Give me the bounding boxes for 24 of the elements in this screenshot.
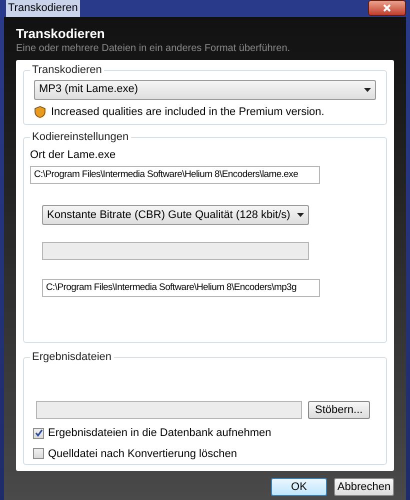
dialog-button[interactable]: Abbrechen <box>334 478 394 496</box>
browse-button[interactable]: Stöbern... <box>308 401 370 419</box>
window-title: Transkodieren <box>6 0 80 16</box>
group-title: Kodiereinstellungen <box>30 130 131 144</box>
group-title: Ergebnisdateien <box>30 350 114 364</box>
dialog-button[interactable]: OK <box>271 478 327 496</box>
text-field[interactable]: C:\Program Files\Intermedia Software\Helium 8\Encoders\mp3g <box>42 279 320 297</box>
text-field[interactable]: C:\Program Files\Intermedia Software\Helium 8\Encoders\lame.exe <box>30 166 320 184</box>
format-dropdown[interactable]: MP3 (mit Lame.exe) <box>34 80 376 100</box>
dropdown-arrow-icon <box>297 213 304 217</box>
checkbox-label: Ergebnisdateien in die Datenbank aufnehmen <box>48 426 272 441</box>
group-title: Transkodieren <box>30 62 104 76</box>
checkbox[interactable] <box>33 448 44 460</box>
checkbox-label: Quelldatei nach Konvertierung löschen <box>48 446 237 462</box>
close-icon <box>383 4 391 12</box>
field-label: Ort der Lame.exe <box>30 148 117 162</box>
dropdown-arrow-icon <box>364 88 371 92</box>
dialog-subtitle: Eine oder mehrere Dateien in ein anderes Format überführen. <box>16 42 292 56</box>
close-button[interactable] <box>368 0 406 16</box>
dialog-heading: Transkodieren <box>16 26 106 42</box>
quality-dropdown[interactable]: Konstante Bitrate (CBR) Gute Qualität (128 kbit/s) <box>42 205 309 225</box>
shield-icon <box>34 106 46 118</box>
premium-notice: Increased qualities are included in the Premium version. <box>51 104 324 120</box>
checkbox[interactable] <box>33 428 44 439</box>
